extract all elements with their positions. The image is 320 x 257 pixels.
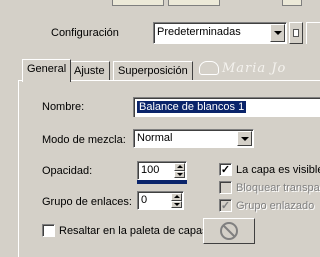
tab-ajuste[interactable]: Ajuste xyxy=(69,61,110,81)
linked-group-checkbox[interactable]: ✓ xyxy=(219,199,232,212)
preset-select-value: Predeterminadas xyxy=(157,26,241,38)
grupo-label: Grupo de enlaces: xyxy=(42,196,132,208)
opacity-stepper[interactable]: 100 xyxy=(137,161,187,180)
link-group-stepper[interactable]: 0 xyxy=(137,191,184,210)
linked-group-label: Grupo enlazado xyxy=(236,200,315,212)
highlight-color-button[interactable] xyxy=(203,218,255,244)
lock-transparency-checkbox[interactable] xyxy=(219,181,232,194)
preset-select[interactable]: Predeterminadas xyxy=(153,22,287,44)
spin-down-icon[interactable] xyxy=(171,200,182,208)
opacity-slider-bar[interactable] xyxy=(137,180,187,184)
nombre-input[interactable]: Balance de blancos 1 xyxy=(133,97,320,117)
chevron-down-icon[interactable] xyxy=(237,131,252,146)
visible-checkbox[interactable]: ✓ xyxy=(219,163,232,176)
flower-icon xyxy=(199,61,219,75)
save-icon xyxy=(293,29,299,37)
opacity-spin[interactable] xyxy=(174,163,185,178)
nombre-input-value: Balance de blancos 1 xyxy=(137,101,247,113)
highlight-checkbox[interactable] xyxy=(42,224,55,237)
link-group-value: 0 xyxy=(141,194,148,206)
top-button-3[interactable] xyxy=(282,0,302,6)
blend-mode-select[interactable]: Normal xyxy=(133,129,254,148)
spin-up-icon[interactable] xyxy=(171,193,182,201)
chevron-down-icon[interactable] xyxy=(270,24,285,42)
spin-down-icon[interactable] xyxy=(174,170,185,178)
opacidad-label: Opacidad: xyxy=(42,165,93,177)
tab-superposicion[interactable]: Superposición xyxy=(113,61,193,81)
nombre-label: Nombre: xyxy=(42,101,85,113)
config-label: Configuración xyxy=(51,27,119,39)
blend-mode-value: Normal xyxy=(137,132,173,144)
watermark-logo: Maria Jo xyxy=(199,58,299,78)
preset-save-button[interactable] xyxy=(289,22,303,44)
opacity-value: 100 xyxy=(141,164,160,176)
visible-label: La capa es visible xyxy=(236,164,320,176)
lock-transparency-label: Bloquear transpa xyxy=(236,182,320,194)
tab-general[interactable]: General xyxy=(22,59,72,82)
link-group-spin[interactable] xyxy=(171,193,182,208)
preset-menu-button[interactable] xyxy=(306,22,320,44)
no-color-icon xyxy=(220,222,238,240)
modo-label: Modo de mezcla: xyxy=(42,134,126,146)
spin-up-icon[interactable] xyxy=(174,163,185,171)
top-button-1[interactable] xyxy=(112,0,164,6)
highlight-label: Resaltar en la paleta de capas: xyxy=(59,225,211,237)
top-button-2[interactable] xyxy=(168,0,220,6)
